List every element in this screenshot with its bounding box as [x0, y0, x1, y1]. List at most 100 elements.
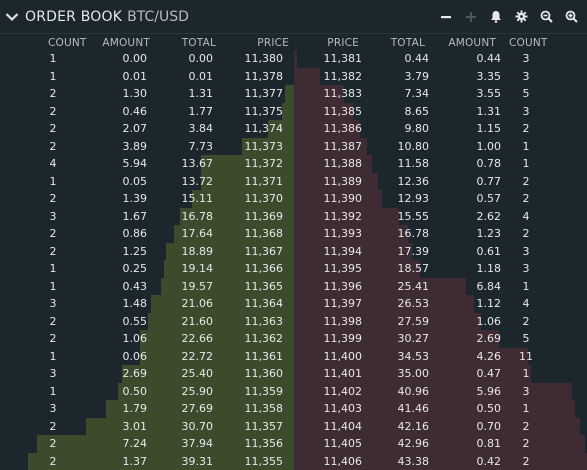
- header-divider: [0, 33, 587, 34]
- ask-count: 1: [516, 365, 536, 383]
- orderbook-row[interactable]: 23.897.7311,37311,38710.801.001: [0, 138, 587, 156]
- orderbook-row[interactable]: 21.3915.1111,37011,39012.930.572: [0, 190, 587, 208]
- orderbook-row[interactable]: 10.4319.5711,36511,39625.416.841: [0, 278, 587, 296]
- bid-total: 18.89: [182, 243, 214, 261]
- ask-count: 3: [516, 50, 536, 68]
- bid-amount: 0.46: [123, 103, 148, 121]
- ask-count: 3: [516, 103, 536, 121]
- ask-count: 5: [516, 330, 536, 348]
- ask-price: 11,385: [324, 103, 363, 121]
- orderbook-row[interactable]: 21.301.3111,37711,3837.343.555: [0, 85, 587, 103]
- bid-count: 1: [40, 50, 66, 68]
- bid-total: 30.70: [182, 418, 214, 436]
- bid-price: 11,369: [245, 208, 284, 226]
- ask-price: 11,404: [324, 418, 363, 436]
- orderbook-row[interactable]: 27.2437.9411,35611,40542.960.812: [0, 435, 587, 453]
- bid-count: 3: [40, 295, 66, 313]
- ask-price: 11,392: [324, 208, 363, 226]
- ask-price: 11,382: [324, 68, 363, 86]
- ask-amount: 1.06: [477, 313, 502, 331]
- orderbook-row[interactable]: 22.073.8411,37411,3869.801.152: [0, 120, 587, 138]
- orderbook-row[interactable]: 31.7927.6911,35811,40341.460.501: [0, 400, 587, 418]
- bid-price: 11,356: [245, 435, 284, 453]
- ask-amount: 0.61: [477, 243, 502, 261]
- ask-price: 11,406: [324, 453, 363, 470]
- ask-amount: 1.15: [477, 120, 502, 138]
- bid-price: 11,372: [245, 155, 284, 173]
- bid-price: 11,374: [245, 120, 284, 138]
- ask-price: 11,396: [324, 278, 363, 296]
- bid-total: 25.90: [182, 383, 214, 401]
- ask-total: 42.16: [398, 418, 430, 436]
- plus-icon[interactable]: [463, 9, 479, 25]
- orderbook-row[interactable]: 21.3739.3111,35511,40643.380.422: [0, 453, 587, 470]
- orderbook-row[interactable]: 20.8617.6411,36811,39316.781.232: [0, 225, 587, 243]
- zoom-in-icon[interactable]: [563, 9, 579, 25]
- bids-count-header: COUNT: [48, 37, 87, 49]
- ask-price: 11,388: [324, 155, 363, 173]
- ask-amount: 3.55: [477, 85, 502, 103]
- orderbook-row[interactable]: 10.5025.9011,35911,40240.965.963: [0, 383, 587, 401]
- minus-icon[interactable]: [438, 9, 454, 25]
- orderbook-row[interactable]: 32.6925.4011,36011,40135.000.471: [0, 365, 587, 383]
- bid-amount: 0.55: [123, 313, 148, 331]
- bid-price: 11,373: [245, 138, 284, 156]
- ask-amount: 1.00: [477, 138, 502, 156]
- ask-amount: 0.44: [477, 50, 502, 68]
- ask-total: 43.38: [398, 453, 430, 470]
- ask-total: 0.44: [405, 50, 430, 68]
- ask-total: 16.78: [398, 225, 430, 243]
- ask-amount: 1.12: [477, 295, 502, 313]
- orderbook-row[interactable]: 31.4821.0611,36411,39726.531.124: [0, 295, 587, 313]
- bell-icon[interactable]: [488, 9, 504, 25]
- ask-total: 30.27: [398, 330, 430, 348]
- ask-price: 11,399: [324, 330, 363, 348]
- bid-total: 37.94: [182, 435, 214, 453]
- orderbook-row[interactable]: 10.010.0111,37811,3823.793.353: [0, 68, 587, 86]
- bid-price: 11,361: [245, 348, 284, 366]
- bid-total: 21.60: [182, 313, 214, 331]
- ask-total: 25.41: [398, 278, 430, 296]
- orderbook-header: ORDER BOOK BTC/USD: [0, 0, 587, 33]
- bid-count: 2: [40, 313, 66, 331]
- ask-total: 40.96: [398, 383, 430, 401]
- bid-amount: 0.01: [123, 68, 148, 86]
- bid-count: 1: [40, 173, 66, 191]
- bids-amount-header: AMOUNT: [102, 37, 150, 49]
- ask-count: 1: [516, 155, 536, 173]
- orderbook-row[interactable]: 10.000.0011,38011,3810.440.443: [0, 50, 587, 68]
- bid-price: 11,358: [245, 400, 284, 418]
- bids-price-header: PRICE: [257, 37, 289, 49]
- orderbook-row[interactable]: 31.6716.7811,36911,39215.552.624: [0, 208, 587, 226]
- orderbook-row[interactable]: 10.0622.7211,36111,40034.534.2611: [0, 348, 587, 366]
- ask-amount: 0.78: [477, 155, 502, 173]
- bid-total: 17.64: [182, 225, 214, 243]
- bid-amount: 1.67: [123, 208, 148, 226]
- bid-price: 11,368: [245, 225, 284, 243]
- bid-price: 11,365: [245, 278, 284, 296]
- orderbook-row[interactable]: 23.0130.7011,35711,40442.160.702: [0, 418, 587, 436]
- trading-pair: BTC/USD: [127, 9, 189, 25]
- bid-count: 4: [40, 155, 66, 173]
- orderbook-row[interactable]: 10.0513.7211,37111,38912.360.772: [0, 173, 587, 191]
- orderbook-row[interactable]: 20.5521.6011,36311,39827.591.062: [0, 313, 587, 331]
- ask-total: 41.46: [398, 400, 430, 418]
- ask-price: 11,386: [324, 120, 363, 138]
- ask-total: 18.57: [398, 260, 430, 278]
- orderbook-row[interactable]: 21.2518.8911,36711,39417.390.613: [0, 243, 587, 261]
- orderbook-row[interactable]: 21.0622.6611,36211,39930.272.695: [0, 330, 587, 348]
- orderbook-row[interactable]: 45.9413.6711,37211,38811.580.781: [0, 155, 587, 173]
- ask-amount: 5.96: [477, 383, 502, 401]
- bid-amount: 1.37: [123, 453, 148, 470]
- bid-total: 7.73: [189, 138, 214, 156]
- ask-price: 11,381: [324, 50, 363, 68]
- ask-amount: 0.81: [477, 435, 502, 453]
- gear-icon[interactable]: [513, 9, 529, 25]
- orderbook-row[interactable]: 10.2519.1411,36611,39518.571.183: [0, 260, 587, 278]
- zoom-out-icon[interactable]: [538, 9, 554, 25]
- ask-price: 11,398: [324, 313, 363, 331]
- ask-count: 11: [516, 348, 536, 366]
- chevron-down-icon[interactable]: [5, 12, 23, 22]
- bid-count: 2: [40, 453, 66, 470]
- orderbook-row[interactable]: 20.461.7711,37511,3858.651.313: [0, 103, 587, 121]
